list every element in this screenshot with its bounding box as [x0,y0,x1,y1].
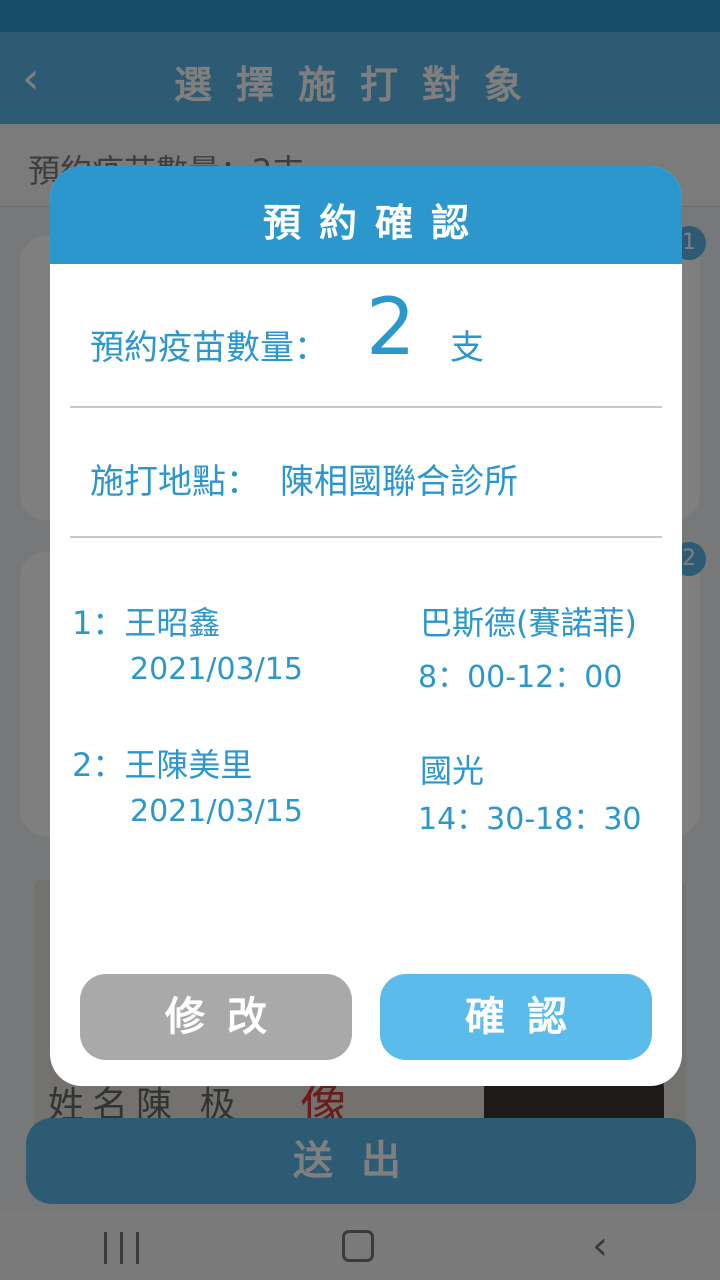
modify-button[interactable]: 修改 [80,974,352,1060]
quantity-value: 2 [366,283,416,373]
appointment-1-time: 8：00-12：00 [418,660,623,695]
appointment-1-vaccine: 巴斯德(賽諾菲) [420,604,637,642]
location-label: 施打地點： [90,462,260,502]
quantity-unit: 支 [450,328,484,368]
divider [70,536,662,538]
appointment-1-date: 2021/03/15 [130,652,303,687]
dialog-header: 預約確認 [50,166,682,264]
appointment-1-name: 1：王昭鑫 [72,604,221,642]
divider [70,406,662,408]
appointment-2-name: 2：王陳美里 [72,746,253,784]
appointment-2-date: 2021/03/15 [130,794,303,829]
confirm-button[interactable]: 確認 [380,974,652,1060]
quantity-label: 預約疫苗數量： [90,328,328,368]
confirm-dialog: 預約確認 預約疫苗數量： 2 支 施打地點： 陳相國聯合診所 1：王昭鑫 202… [50,166,682,1086]
appointment-2-vaccine: 國光 [420,752,485,790]
location-value: 陳相國聯合診所 [280,462,518,502]
appointment-2-time: 14：30-18：30 [418,802,642,837]
dialog-title: 預約確認 [262,201,487,245]
